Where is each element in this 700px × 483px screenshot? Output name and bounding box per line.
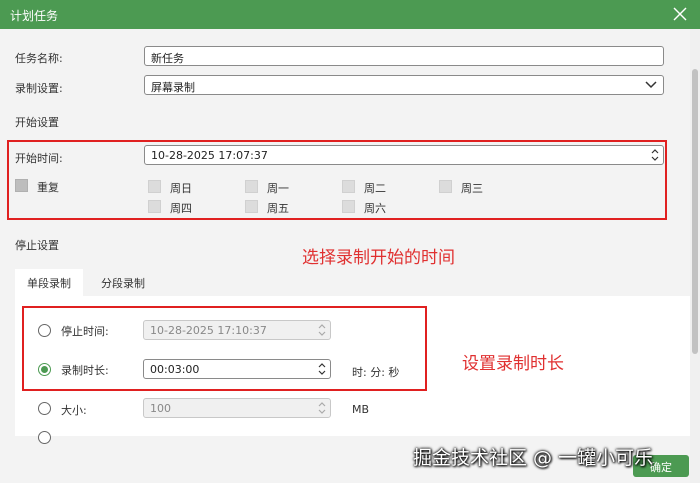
size-label: 大小: <box>61 404 87 417</box>
task-name-value: 新任务 <box>151 52 184 65</box>
size-unit: MB <box>352 403 370 416</box>
day-checkbox-wed[interactable] <box>439 180 452 193</box>
day-label: 周一 <box>267 182 289 195</box>
watermark: 掘金技术社区 @ 一罐小可乐 <box>413 447 654 469</box>
scrollbar[interactable] <box>690 29 700 483</box>
size-radio[interactable] <box>38 402 51 415</box>
repeat-label: 重复 <box>37 181 59 194</box>
title-bar: 计划任务 <box>0 0 700 29</box>
duration-unit: 时: 分: 秒 <box>352 366 400 379</box>
duration-radio[interactable] <box>38 363 51 376</box>
day-checkbox-thu[interactable] <box>148 200 161 213</box>
chevron-down-icon <box>645 81 657 89</box>
task-name-input[interactable]: 新任务 <box>144 46 664 66</box>
day-label: 周三 <box>461 182 483 195</box>
record-setting-dropdown[interactable]: 屏幕录制 <box>144 75 664 95</box>
start-time-value: 10-28-2025 17:07:37 <box>151 149 268 162</box>
day-checkbox-fri[interactable] <box>245 200 258 213</box>
spin-arrows-icon[interactable] <box>317 400 327 416</box>
start-section-heading: 开始设置 <box>15 116 59 129</box>
day-label: 周四 <box>170 202 192 215</box>
stop-time-input[interactable]: 10-28-2025 17:10:37 <box>143 320 331 340</box>
duration-input[interactable]: 00:03:00 <box>143 359 331 379</box>
size-value: 100 <box>150 402 171 415</box>
stop-time-value: 10-28-2025 17:10:37 <box>150 324 267 337</box>
size-input[interactable]: 100 <box>143 398 331 418</box>
more-option-radio[interactable] <box>38 431 51 444</box>
day-checkbox-sat[interactable] <box>342 200 355 213</box>
day-checkbox-sun[interactable] <box>148 180 161 193</box>
day-label: 周日 <box>170 182 192 195</box>
stop-time-radio[interactable] <box>38 324 51 337</box>
record-setting-value: 屏幕录制 <box>151 81 195 94</box>
stop-time-label: 停止时间: <box>61 325 109 338</box>
annotation-start: 选择录制开始的时间 <box>302 248 455 268</box>
day-label: 周五 <box>267 202 289 215</box>
scrollbar-thumb[interactable] <box>692 69 698 354</box>
day-label: 周二 <box>364 182 386 195</box>
start-time-label: 开始时间: <box>15 152 63 165</box>
tab-segment-record[interactable]: 分段录制 <box>89 269 157 296</box>
duration-label: 录制时长: <box>61 364 109 377</box>
day-checkbox-tue[interactable] <box>342 180 355 193</box>
annotation-duration: 设置录制时长 <box>462 354 564 374</box>
start-time-input[interactable]: 10-28-2025 17:07:37 <box>144 145 664 165</box>
spin-arrows-icon[interactable] <box>650 147 660 163</box>
spin-arrows-icon[interactable] <box>317 322 327 338</box>
stop-section-heading: 停止设置 <box>15 239 59 252</box>
spin-arrows-icon[interactable] <box>317 361 327 377</box>
repeat-checkbox[interactable] <box>15 179 28 192</box>
tab-single-record[interactable]: 单段录制 <box>15 269 83 296</box>
day-label: 周六 <box>364 202 386 215</box>
duration-value: 00:03:00 <box>150 363 200 376</box>
task-name-label: 任务名称: <box>15 52 63 65</box>
window-title: 计划任务 <box>10 9 59 23</box>
day-checkbox-mon[interactable] <box>245 180 258 193</box>
close-icon[interactable] <box>670 4 690 24</box>
record-setting-label: 录制设置: <box>15 82 63 95</box>
